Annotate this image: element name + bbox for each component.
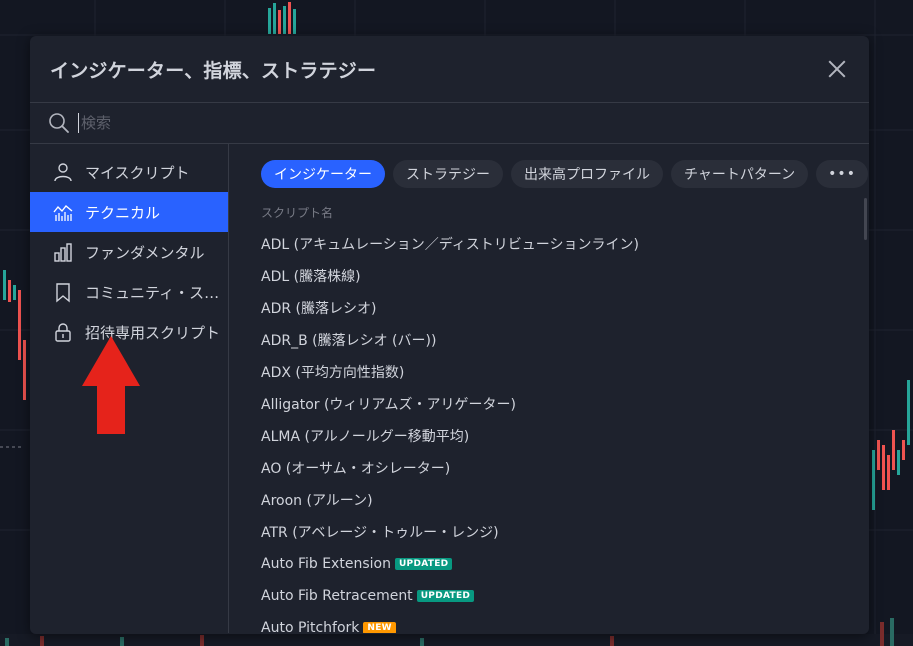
script-name: ATR (アベレージ・トゥルー・レンジ) xyxy=(261,525,499,541)
updated-badge: UPDATED xyxy=(394,558,453,570)
sidebar-item-fundamentals[interactable]: ファンダメンタル xyxy=(30,232,228,272)
script-name: AO (オーサム・オシレーター) xyxy=(261,461,451,477)
script-name: Auto Pitchfork xyxy=(261,620,360,633)
script-name: Alligator (ウィリアムズ・アリゲーター) xyxy=(261,397,516,413)
tab-strategies[interactable]: ストラテジー xyxy=(393,160,503,188)
close-icon[interactable] xyxy=(825,57,849,81)
tab-chart-patterns[interactable]: チャートパターン xyxy=(671,160,809,188)
sidebar-item-technicals[interactable]: テクニカル xyxy=(30,192,228,232)
column-header: スクリプト名 xyxy=(261,206,334,220)
script-name: Aroon (アルーン) xyxy=(261,493,373,509)
search-input[interactable] xyxy=(78,113,778,133)
sidebar-item-label: ファンダメンタル xyxy=(85,243,205,262)
script-list-item[interactable]: Auto Fib Extension UPDATED xyxy=(261,548,869,580)
script-list-item[interactable]: ATR (アベレージ・トゥルー・レンジ) xyxy=(261,516,869,548)
script-list-item[interactable]: ADL (騰落株線) xyxy=(261,260,869,292)
script-list-item[interactable]: Auto Pitchfork NEW xyxy=(261,612,869,633)
script-list-item[interactable]: AO (オーサム・オシレーター) xyxy=(261,452,869,484)
script-name: ADR_B (騰落レシオ (バー)) xyxy=(261,333,437,349)
script-name: ADL (騰落株線) xyxy=(261,269,361,285)
dialog-title: インジケーター、指標、ストラテジー xyxy=(50,59,377,82)
script-list-item[interactable]: Alligator (ウィリアムズ・アリゲーター) xyxy=(261,388,869,420)
script-list-item[interactable]: Aroon (アルーン) xyxy=(261,484,869,516)
tab-volume-profile[interactable]: 出来高プロファイル xyxy=(511,160,663,188)
bar-chart-icon xyxy=(54,243,72,262)
user-icon xyxy=(54,163,72,182)
script-list-item[interactable]: ADX (平均方向性指数) xyxy=(261,356,869,388)
sidebar-item-label: コミュニティ・スクリプト xyxy=(85,283,225,302)
script-list-panel: インジケーター ストラテジー 出来高プロファイル チャートパターン ••• スク… xyxy=(229,144,869,633)
search-icon xyxy=(49,113,69,133)
more-tabs-button[interactable]: ••• xyxy=(816,160,868,188)
script-list-item[interactable]: ADR (騰落レシオ) xyxy=(261,292,869,324)
script-list-item[interactable]: ADR_B (騰落レシオ (バー)) xyxy=(261,324,869,356)
category-tabs: インジケーター ストラテジー 出来高プロファイル チャートパターン ••• xyxy=(261,160,869,188)
script-name: ALMA (アルノールグー移動平均) xyxy=(261,429,470,445)
red-up-arrow-annotation xyxy=(82,336,140,434)
script-list-item[interactable]: ALMA (アルノールグー移動平均) xyxy=(261,420,869,452)
updated-badge: UPDATED xyxy=(416,590,475,602)
sidebar-item-community-scripts[interactable]: コミュニティ・スクリプト xyxy=(30,272,228,312)
script-list: ADL (アキュムレーション／ディストリビューションライン) ADL (騰落株線)… xyxy=(261,228,869,633)
sidebar-item-label: テクニカル xyxy=(85,203,161,222)
technicals-chart-icon xyxy=(53,205,73,221)
tab-indicators[interactable]: インジケーター xyxy=(261,160,385,188)
dialog-header: インジケーター、指標、ストラテジー xyxy=(30,36,869,103)
script-list-item[interactable]: ADL (アキュムレーション／ディストリビューションライン) xyxy=(261,228,869,260)
list-scrollbar[interactable] xyxy=(864,198,867,240)
lock-icon xyxy=(55,323,71,342)
script-name: ADR (騰落レシオ) xyxy=(261,301,377,317)
script-name: Auto Fib Retracement xyxy=(261,588,413,604)
indicators-dialog: インジケーター、指標、ストラテジー マイスクリプト xyxy=(30,36,869,634)
sidebar-item-my-scripts[interactable]: マイスクリプト xyxy=(30,152,228,192)
new-badge: NEW xyxy=(363,622,396,633)
script-list-item[interactable]: Auto Fib Retracement UPDATED xyxy=(261,580,869,612)
script-name: ADL (アキュムレーション／ディストリビューションライン) xyxy=(261,237,639,253)
script-name: Auto Fib Extension xyxy=(261,556,391,572)
script-name: ADX (平均方向性指数) xyxy=(261,365,405,381)
search-bar xyxy=(30,103,869,144)
sidebar-item-label: マイスクリプト xyxy=(85,163,190,182)
bookmark-icon xyxy=(56,283,70,303)
